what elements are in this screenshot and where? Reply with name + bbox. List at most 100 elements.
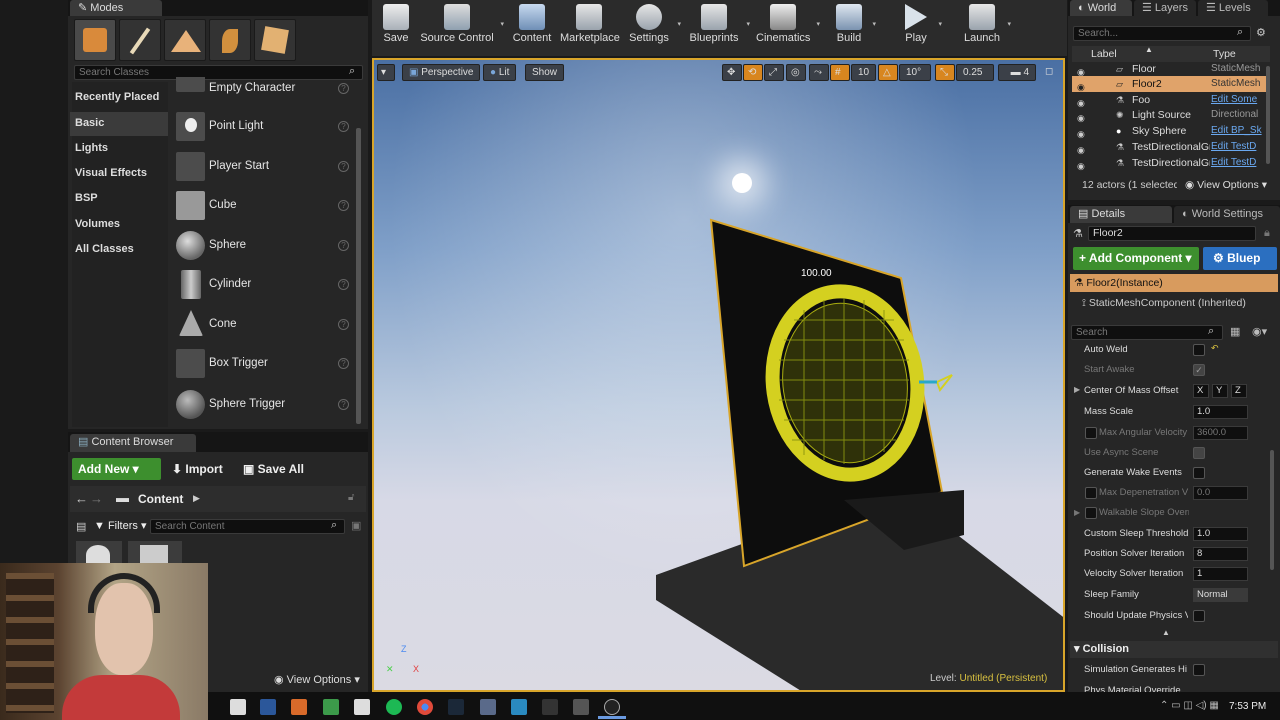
classes-scrollbar[interactable] (356, 128, 361, 424)
collision-section-header[interactable]: ▾ Collision (1070, 641, 1278, 658)
class-sphere[interactable]: Sphere? (173, 227, 355, 265)
mode-landscape[interactable] (164, 19, 206, 61)
column-label-header[interactable]: Label (1091, 48, 1117, 60)
play-button[interactable]: Play ▾ (900, 4, 942, 52)
world-local-icon[interactable]: ◎ (786, 64, 806, 81)
outliner-row-testdirectional-1[interactable]: ◉ ⚗ TestDirectionalGr Edit TestD (1072, 139, 1270, 155)
filters-button[interactable]: ▼ Filters ▾ (94, 517, 146, 535)
prop-max-angular-value[interactable]: 3600.0 (1193, 426, 1248, 440)
settings-button[interactable]: Settings ▾ (627, 4, 681, 52)
taskbar-app-icon[interactable] (573, 699, 589, 715)
property-matrix-icon[interactable]: ▦ (1230, 325, 1240, 338)
lock-icon[interactable]: 🔓︎ (348, 492, 354, 503)
tab-details[interactable]: ▤ Details (1070, 206, 1172, 223)
grid-snap-value[interactable]: 10 (851, 64, 876, 81)
outliner-view-options-button[interactable]: ◉ View Options ▾ (1185, 179, 1267, 191)
taskbar-chrome-icon[interactable] (417, 699, 433, 715)
details-search-input[interactable]: Search (1071, 325, 1223, 340)
outliner-search-input[interactable]: Search... (1073, 26, 1251, 41)
category-all-classes[interactable]: All Classes (75, 243, 134, 255)
taskbar-word-icon[interactable] (260, 699, 276, 715)
maximize-viewport-icon[interactable]: ◻ (1042, 64, 1058, 81)
prop-async-scene-checkbox[interactable] (1193, 447, 1205, 459)
category-recently-placed[interactable]: Recently Placed (75, 91, 159, 103)
blueprint-button[interactable]: ⚙ Bluep (1203, 247, 1277, 270)
taskbar-app-icon[interactable] (323, 699, 339, 715)
mode-geometry[interactable] (254, 19, 296, 61)
scale-tool-icon[interactable]: ⤢ (764, 64, 784, 81)
search-content-input[interactable]: Search Content (150, 519, 345, 534)
prop-com-z[interactable]: Z (1231, 384, 1247, 398)
taskbar-app-icon[interactable] (354, 699, 370, 715)
tab-modes[interactable]: ✎ Modes (70, 0, 162, 16)
rotate-tool-icon[interactable]: ⟲ (743, 64, 763, 81)
path-chevron-icon[interactable]: ▶ (193, 493, 200, 504)
outliner-settings-icon[interactable]: ⚙ (1256, 26, 1266, 39)
class-cone[interactable]: Cone? (173, 306, 355, 344)
prop-wake-events-checkbox[interactable] (1193, 467, 1205, 479)
tab-content-browser[interactable]: ▤ Content Browser (70, 434, 196, 452)
taskbar-app-icon[interactable] (480, 699, 496, 715)
taskbar-app-icon[interactable] (291, 699, 307, 715)
tab-layers[interactable]: ☰ Layers (1134, 0, 1196, 16)
outliner-row-floor2[interactable]: ◉ ▱ Floor2 StaticMesh (1072, 76, 1270, 92)
prop-position-solver-value[interactable]: 8 (1193, 547, 1248, 561)
class-point-light[interactable]: Point Light? (173, 108, 355, 146)
lock-icon[interactable]: 🔒︎ (1264, 227, 1270, 240)
prop-auto-weld-checkbox[interactable] (1193, 344, 1205, 356)
outliner-row-floor[interactable]: ◉ ▱ Floor StaticMesh (1072, 61, 1270, 77)
save-all-button[interactable]: ▣ Save All (243, 458, 304, 480)
back-arrow-icon[interactable]: ← (75, 491, 88, 506)
prop-max-depen-override[interactable] (1085, 487, 1097, 499)
viewport-options-button[interactable]: ▾ (377, 64, 395, 81)
outliner-scrollbar[interactable] (1266, 66, 1270, 164)
taskbar-store-icon[interactable] (230, 699, 246, 715)
class-cylinder[interactable]: Cylinder? (173, 266, 355, 304)
prop-sleep-family-select[interactable]: Normal (1193, 588, 1248, 602)
rotation-snap-value[interactable]: 10° (899, 64, 931, 81)
sort-icon[interactable]: ▲ (1145, 45, 1153, 54)
prop-start-awake-checkbox[interactable]: ✓ (1193, 364, 1205, 376)
forward-arrow-icon[interactable]: → (90, 491, 103, 506)
class-cube[interactable]: Cube? (173, 187, 355, 225)
grid-snap-icon[interactable]: # (830, 64, 850, 81)
add-component-button[interactable]: + Add Component ▾ (1073, 247, 1199, 270)
taskbar-app-icon[interactable] (542, 699, 558, 715)
component-instance-row[interactable]: ⚗ Floor2(Instance) (1070, 274, 1278, 292)
actor-name-field[interactable]: Floor2 (1088, 226, 1256, 241)
cinematics-button[interactable]: Cinematics ▾ (756, 4, 820, 52)
camera-speed-button[interactable]: ▬ 4 (998, 64, 1036, 81)
outliner-row-light-source[interactable]: ◉ ✺ Light Source Directional (1072, 107, 1270, 123)
show-button[interactable]: Show (525, 64, 565, 81)
build-button[interactable]: Build ▾ (832, 4, 876, 52)
class-empty-character[interactable]: Empty Character? (173, 77, 355, 97)
prop-com-x[interactable]: X (1193, 384, 1209, 398)
prop-velocity-solver-value[interactable]: 1 (1193, 567, 1248, 581)
marketplace-button[interactable]: Marketplace (560, 4, 620, 52)
taskbar-unreal-icon[interactable] (604, 699, 620, 715)
surface-snap-icon[interactable]: ⤳ (809, 64, 829, 81)
asset-thumbnail[interactable] (128, 541, 182, 565)
details-scrollbar[interactable] (1270, 450, 1274, 570)
eye-icon[interactable]: ◉ (1077, 158, 1085, 174)
category-volumes[interactable]: Volumes (75, 218, 120, 230)
lit-button[interactable]: ● Lit (483, 64, 517, 81)
scale-snap-icon[interactable]: ⤡ (935, 64, 955, 81)
category-lights[interactable]: Lights (75, 142, 108, 154)
scale-snap-value[interactable]: 0.25 (956, 64, 994, 81)
mode-paint[interactable] (119, 19, 161, 61)
expand-arrow-icon[interactable]: ▶ (1074, 385, 1080, 394)
collapse-advanced-icon[interactable]: ▲ (1162, 628, 1170, 637)
outliner-row-sky-sphere[interactable]: ◉ ● Sky Sphere Edit BP_Sk (1072, 123, 1270, 139)
launch-button[interactable]: Launch ▾ (963, 4, 1011, 52)
category-basic[interactable]: Basic (75, 117, 104, 129)
prop-com-y[interactable]: Y (1212, 384, 1228, 398)
source-control-button[interactable]: Source Control ▾ (420, 4, 504, 52)
perspective-button[interactable]: ▣ Perspective (402, 64, 481, 81)
class-sphere-trigger[interactable]: Sphere Trigger? (173, 386, 355, 424)
prop-update-physics-checkbox[interactable] (1193, 610, 1205, 622)
content-view-options-button[interactable]: ◉ View Options ▾ (274, 673, 360, 686)
prop-max-depen-value[interactable]: 0.0 (1193, 486, 1248, 500)
prop-sleep-threshold-value[interactable]: 1.0 (1193, 527, 1248, 541)
outliner-row-testdirectional-2[interactable]: ◉ ⚗ TestDirectionalGr Edit TestD (1072, 155, 1270, 171)
